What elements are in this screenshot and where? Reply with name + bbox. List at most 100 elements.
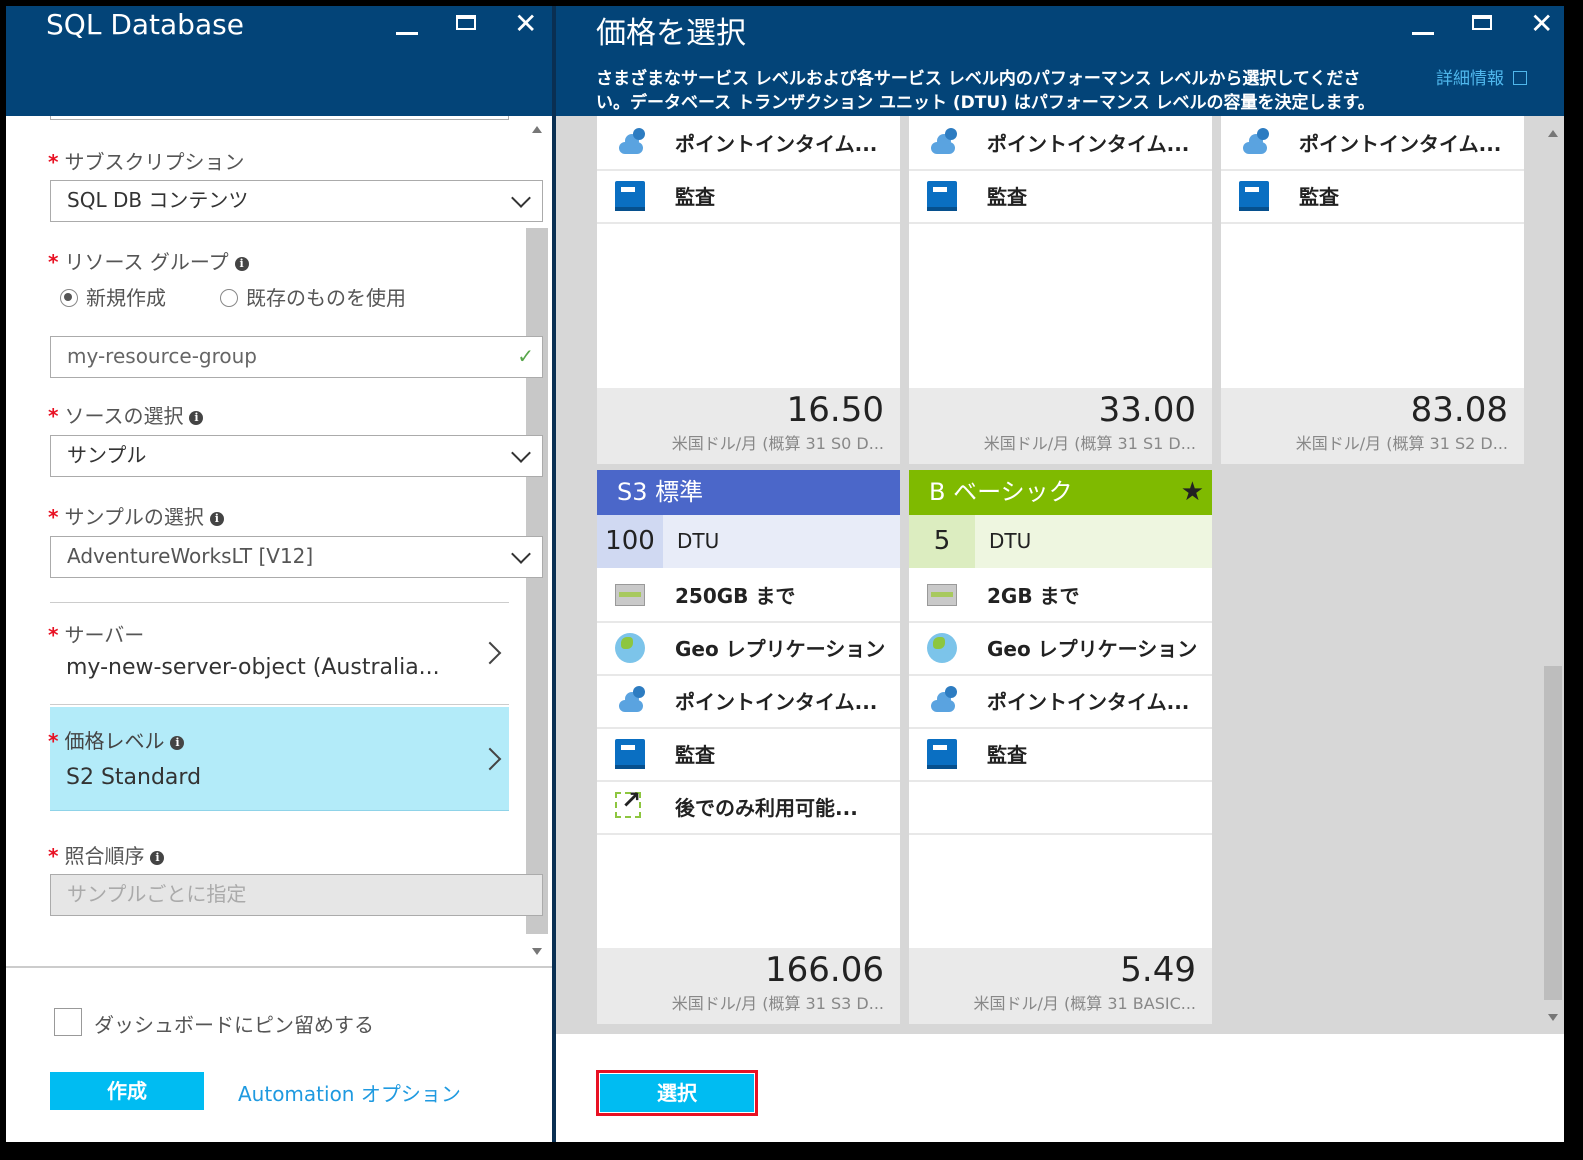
upgrade-later-icon bbox=[615, 786, 641, 818]
maximize-icon[interactable] bbox=[1472, 15, 1492, 30]
right-blade-title: 価格を選択 bbox=[596, 16, 746, 51]
price-box: 16.50 米国ドル/月 (概算 31 S0 D... bbox=[597, 388, 900, 464]
external-link-icon bbox=[1513, 71, 1528, 85]
close-icon[interactable]: ✕ bbox=[1530, 10, 1553, 38]
chevron-right-icon bbox=[478, 641, 502, 665]
info-icon: i bbox=[234, 257, 249, 271]
create-button[interactable]: 作成 bbox=[50, 1072, 204, 1110]
description-line1: さまざまなサービス レベルおよび各サービス レベル内のパフォーマンス レベルから… bbox=[596, 69, 1361, 89]
feature-row: 監査 bbox=[597, 169, 900, 224]
feature-row: ポイントインタイム... bbox=[909, 674, 1212, 729]
source-label: * ソースの選択 i bbox=[48, 400, 204, 429]
price-sub: 米国ドル/月 (概算 31 S3 D... bbox=[671, 994, 884, 1013]
audit-icon bbox=[615, 739, 645, 769]
cloud-icon bbox=[927, 128, 957, 158]
right-blade-body: ポイントインタイム... 監査 16.50 米国ドル/月 (概算 31 S0 D… bbox=[556, 116, 1564, 1142]
feature-row: ポイントインタイム... bbox=[1221, 116, 1524, 171]
details-link[interactable]: 詳細情報 bbox=[1436, 64, 1528, 89]
pricing-card-basic[interactable]: B ベーシック ★ 5 DTU 2GB まで Geo レプリケーション ポイント… bbox=[909, 470, 1212, 1024]
price-sub: 米国ドル/月 (概算 31 BASIC... bbox=[973, 994, 1196, 1013]
info-icon: i bbox=[170, 736, 185, 750]
chevron-right-icon bbox=[478, 747, 502, 771]
audit-icon bbox=[1239, 181, 1269, 211]
price-value: 16.50 bbox=[786, 390, 884, 430]
pin-checkbox[interactable] bbox=[54, 1008, 82, 1036]
select-button[interactable]: 選択 bbox=[600, 1074, 754, 1112]
feature-row: 250GB まで bbox=[597, 568, 900, 623]
subscription-label: * サブスクリプション bbox=[48, 150, 245, 174]
subscription-dropdown[interactable]: SQL DB コンテンツ bbox=[50, 180, 543, 222]
radio-existing-label[interactable]: 既存のものを使用 bbox=[246, 282, 406, 311]
dtu-value: 100 bbox=[597, 515, 663, 568]
top-field-edge bbox=[50, 116, 509, 120]
storage-icon bbox=[615, 584, 645, 606]
dtu-row: 5 DTU bbox=[909, 515, 1212, 568]
left-blade-title: SQL Database bbox=[46, 8, 244, 41]
audit-icon bbox=[927, 181, 957, 211]
dtu-label: DTU bbox=[677, 529, 720, 553]
resource-group-label: * リソース グループ i bbox=[48, 246, 249, 275]
price-value: 5.49 bbox=[1120, 950, 1196, 990]
feature-row-empty bbox=[909, 780, 1212, 835]
minimize-icon[interactable] bbox=[1412, 32, 1434, 35]
sample-dropdown[interactable]: AdventureWorksLT [V12] bbox=[50, 536, 543, 578]
resource-group-input[interactable]: my-resource-group ✓ bbox=[50, 336, 543, 378]
info-icon: i bbox=[209, 512, 224, 526]
maximize-icon[interactable] bbox=[456, 15, 476, 30]
scrollbar-thumb[interactable] bbox=[526, 228, 548, 934]
feature-row: 監査 bbox=[1221, 169, 1524, 224]
radio-new[interactable] bbox=[60, 289, 78, 307]
pricing-card-s2[interactable]: ポイントインタイム... 監査 83.08 米国ドル/月 (概算 31 S2 D… bbox=[1221, 116, 1524, 464]
audit-icon bbox=[927, 739, 957, 769]
tier-header: S3 標準 bbox=[597, 470, 900, 515]
radio-new-label[interactable]: 新規作成 bbox=[86, 282, 166, 311]
pin-label[interactable]: ダッシュボードにピン留めする bbox=[94, 1009, 374, 1038]
feature-row: 後でのみ利用可能... bbox=[597, 780, 900, 835]
chevron-down-icon bbox=[511, 443, 531, 463]
dtu-label: DTU bbox=[989, 529, 1032, 553]
automation-link[interactable]: Automation オプション bbox=[238, 1078, 461, 1107]
right-blade-header: 価格を選択 ✕ さまざまなサービス レベルおよび各サービス レベル内のパフォーマ… bbox=[556, 6, 1564, 116]
feature-row: Geo レプリケーション bbox=[909, 621, 1212, 676]
price-value: 33.00 bbox=[1098, 390, 1196, 430]
price-sub: 米国ドル/月 (概算 31 S0 D... bbox=[671, 434, 884, 453]
scrollbar-thumb[interactable] bbox=[1544, 666, 1562, 1000]
info-icon: i bbox=[189, 411, 204, 425]
scrollbar-up-icon[interactable] bbox=[1548, 130, 1558, 137]
scrollbar-up-icon[interactable] bbox=[532, 126, 542, 133]
close-icon[interactable]: ✕ bbox=[514, 10, 537, 38]
left-blade-header: SQL Database ✕ bbox=[6, 6, 552, 116]
left-blade-body: * サブスクリプション SQL DB コンテンツ * リソース グループ i 新規作成… bbox=[6, 116, 552, 1142]
cloud-icon bbox=[615, 686, 645, 716]
feature-row: 2GB まで bbox=[909, 568, 1212, 623]
price-box: 83.08 米国ドル/月 (概算 31 S2 D... bbox=[1221, 388, 1524, 464]
radio-existing[interactable] bbox=[220, 289, 238, 307]
pricing-tier-row[interactable]: * 価格レベル i S2 Standard bbox=[48, 707, 509, 811]
audit-icon bbox=[615, 181, 645, 211]
collation-label: * 照合順序 i bbox=[48, 840, 165, 869]
feature-row: ポイントインタイム... bbox=[597, 116, 900, 171]
pricing-card-s3[interactable]: S3 標準 100 DTU 250GB まで Geo レプリケーション ポイント… bbox=[597, 470, 900, 1024]
pricing-card-s1[interactable]: ポイントインタイム... 監査 33.00 米国ドル/月 (概算 31 S1 D… bbox=[909, 116, 1212, 464]
price-box: 166.06 米国ドル/月 (概算 31 S3 D... bbox=[597, 948, 900, 1024]
server-value: my-new-server-object (Australia... bbox=[66, 655, 440, 680]
price-box: 5.49 米国ドル/月 (概算 31 BASIC... bbox=[909, 948, 1212, 1024]
price-value: 166.06 bbox=[765, 950, 884, 990]
feature-row: 監査 bbox=[909, 169, 1212, 224]
source-dropdown[interactable]: サンプル bbox=[50, 435, 543, 477]
price-value: 83.08 bbox=[1410, 390, 1508, 430]
scrollbar-down-icon[interactable] bbox=[532, 948, 542, 955]
blade-separator bbox=[552, 6, 556, 1142]
chevron-down-icon bbox=[511, 188, 531, 208]
check-icon: ✓ bbox=[517, 344, 534, 368]
server-row[interactable]: * サーバー my-new-server-object (Australia... bbox=[48, 603, 509, 703]
info-icon: i bbox=[150, 851, 165, 865]
feature-row: ポイントインタイム... bbox=[909, 116, 1212, 171]
cloud-icon bbox=[927, 686, 957, 716]
collation-input: サンプルごとに指定 bbox=[50, 874, 543, 916]
minimize-icon[interactable] bbox=[396, 32, 418, 35]
price-sub: 米国ドル/月 (概算 31 S1 D... bbox=[983, 434, 1196, 453]
pricing-tier-label: 価格レベル bbox=[64, 729, 165, 753]
pricing-card-s0[interactable]: ポイントインタイム... 監査 16.50 米国ドル/月 (概算 31 S0 D… bbox=[597, 116, 900, 464]
scrollbar-down-icon[interactable] bbox=[1548, 1014, 1558, 1021]
